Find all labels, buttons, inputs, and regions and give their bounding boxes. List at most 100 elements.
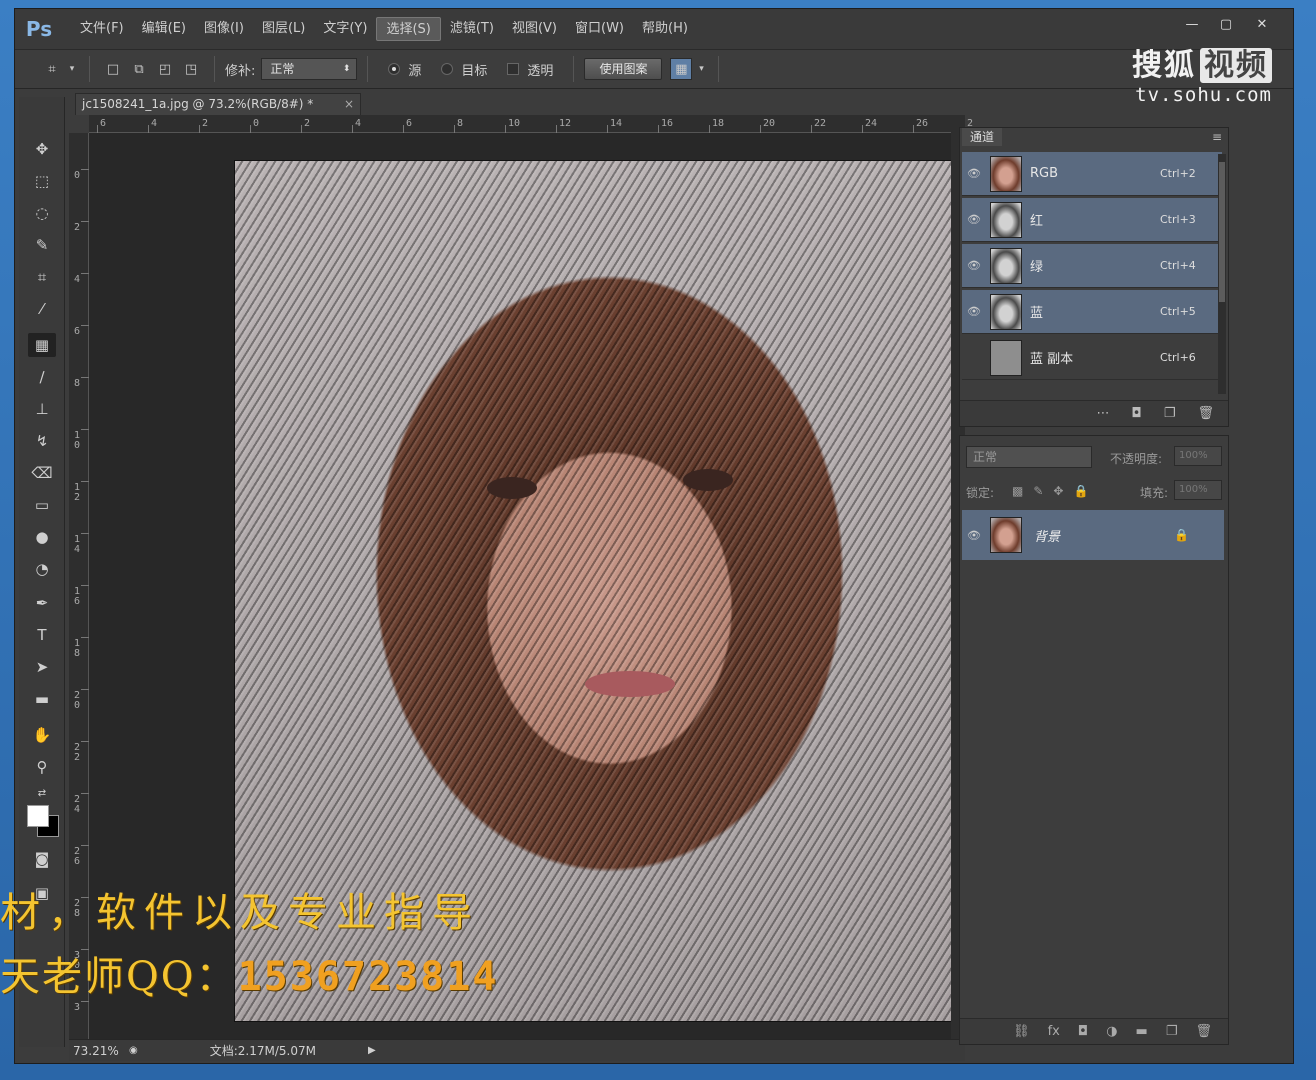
eye-icon[interactable]: 👁 [962,213,986,226]
pen-tool-icon[interactable]: ✒ [28,591,56,615]
ruler-tick [403,125,404,133]
menu-item[interactable]: 视图(V) [503,17,566,41]
zoom-tool-icon[interactable]: ⚲ [28,755,56,779]
channel-row[interactable]: 👁 蓝 Ctrl+5 [962,290,1222,334]
eyedropper-tool-icon[interactable]: ⁄ [28,297,56,321]
menu-item[interactable]: 文字(Y) [314,17,376,41]
eye-icon[interactable]: 👁 [962,167,986,180]
pattern-chevron-icon[interactable]: ▾ [696,58,706,80]
status-info-icon[interactable]: ◉ [129,1045,138,1056]
menu-item[interactable]: 编辑(E) [133,17,195,41]
ruler-tick [81,845,89,846]
close-icon[interactable]: ✕ [1245,13,1279,35]
eye-icon[interactable]: 👁 [962,351,986,364]
maximize-icon[interactable]: ▢ [1209,13,1243,35]
intersect-selection-icon[interactable]: ◳ [180,58,202,80]
fx-icon[interactable]: fx [1048,1024,1060,1039]
document-tab[interactable]: jc1508241_1a.jpg @ 73.2%(RGB/8#) * × [75,93,361,115]
patch-mode-select[interactable]: 正常 ⬍ [261,58,358,80]
quick-select-tool-icon[interactable]: ✎ [28,233,56,257]
menu-item[interactable]: 帮助(H) [633,17,697,41]
shape-tool-icon[interactable]: ▬ [28,687,56,711]
status-menu-arrow-icon[interactable]: ▶ [368,1045,376,1056]
channel-row[interactable]: 👁 红 Ctrl+3 [962,198,1222,242]
tab-channels[interactable]: 通道 [962,128,1003,146]
opacity-input[interactable]: 100% [1174,446,1222,466]
eraser-tool-icon[interactable]: ⌫ [28,461,56,485]
move-tool-icon[interactable]: ✥ [28,137,56,161]
tool-preset-chevron-icon[interactable]: ▾ [67,58,77,80]
blend-mode-select[interactable]: 正常 [966,446,1092,468]
menu-item[interactable]: 图层(L) [253,17,314,41]
delete-channel-icon[interactable]: 🗑 [1197,406,1214,421]
fill-input[interactable]: 100% [1174,480,1222,500]
ruler-tick [81,585,89,586]
ruler-tick [862,125,863,133]
menu-item[interactable]: 选择(S) [376,17,441,41]
channel-row[interactable]: 👁 绿 Ctrl+4 [962,244,1222,288]
zoom-level[interactable]: 73.21% [69,1044,129,1058]
eye-icon[interactable]: 👁 [962,529,986,542]
menu-item[interactable]: 滤镜(T) [441,17,503,41]
menu-item[interactable]: 图像(I) [195,17,253,41]
scroll-thumb[interactable] [1219,162,1225,302]
stamp-tool-icon[interactable]: ⊥ [28,397,56,421]
blur-tool-icon[interactable]: ● [28,525,56,549]
swap-colors-icon[interactable]: ⇄ [28,781,56,805]
source-radio[interactable]: 源 [388,60,421,79]
new-group-icon[interactable]: ▬ [1136,1024,1148,1039]
channels-scrollbar[interactable] [1218,154,1226,394]
delete-layer-icon[interactable]: 🗑 [1195,1024,1212,1039]
ruler-tick-label: 18 [712,118,725,129]
menu-item[interactable]: 窗口(W) [566,17,633,41]
eye-icon[interactable]: 👁 [962,305,986,318]
ruler-tick [658,125,659,133]
patch-tool-icon[interactable]: ▦ [28,333,56,357]
adjustment-layer-icon[interactable]: ◑ [1106,1024,1117,1039]
pattern-swatch-icon[interactable]: ▦ [670,58,693,80]
link-layers-icon[interactable]: ⛓ [1013,1024,1030,1039]
type-tool-icon[interactable]: T [28,623,56,647]
eye-icon[interactable]: 👁 [962,259,986,272]
crop-tool-icon[interactable]: ⌗ [28,265,56,289]
tab-close-icon[interactable]: × [344,94,354,114]
subtract-selection-icon[interactable]: ◰ [154,58,176,80]
marquee-tool-icon[interactable]: ⬚ [28,169,56,193]
transparent-checkbox[interactable]: 透明 [507,60,553,79]
hand-tool-icon[interactable]: ✋ [28,723,56,747]
channel-name: 绿 [1030,260,1044,275]
lock-icons[interactable]: ▩✎✥🔒 [1012,484,1098,498]
ruler-tick [81,637,89,638]
minimize-icon[interactable]: — [1175,13,1209,35]
new-layer-icon[interactable]: ❐ [1166,1024,1178,1039]
target-radio[interactable]: 目标 [441,60,487,79]
foreground-color[interactable] [27,805,49,827]
lasso-tool-icon[interactable]: ◌ [28,201,56,225]
fill-label: 填充: [1140,486,1169,500]
patch-tool-icon[interactable]: ⌗ [41,58,63,80]
new-channel-icon[interactable]: ❐ [1164,406,1176,421]
use-pattern-button[interactable]: 使用图案 [584,58,663,80]
layer-row-background[interactable]: 👁 背景 🔒 [962,510,1224,560]
add-selection-icon[interactable]: ⧉ [128,58,150,80]
new-selection-icon[interactable]: □ [102,58,124,80]
ruler-tick [81,429,89,430]
left-eye [487,477,537,499]
history-brush-icon[interactable]: ↯ [28,429,56,453]
menu-item[interactable]: 文件(F) [71,17,133,41]
path-select-icon[interactable]: ➤ [28,655,56,679]
gradient-tool-icon[interactable]: ▭ [28,493,56,517]
radio-dot-icon [441,63,454,75]
ruler-tick-label: 20 [763,118,776,129]
layer-options: 正常 不透明度: 100% 锁定: ▩✎✥🔒 填充: 100% [960,440,1228,504]
channel-row[interactable]: 👁 RGB Ctrl+2 [962,152,1222,196]
panel-menu-icon[interactable]: ≡ [1212,130,1222,144]
add-mask-icon[interactable]: ◘ [1078,1024,1088,1039]
ruler-tick-label: 8 [74,378,81,389]
dodge-tool-icon[interactable]: ◔ [28,557,56,581]
channel-row[interactable]: 👁 蓝 副本 Ctrl+6 [962,336,1222,380]
load-selection-icon[interactable]: ⋯ [1097,406,1110,421]
brush-tool-icon[interactable]: ∕ [28,365,56,389]
quick-mask-icon[interactable]: ◙ [28,847,56,871]
save-selection-icon[interactable]: ◘ [1132,406,1142,421]
